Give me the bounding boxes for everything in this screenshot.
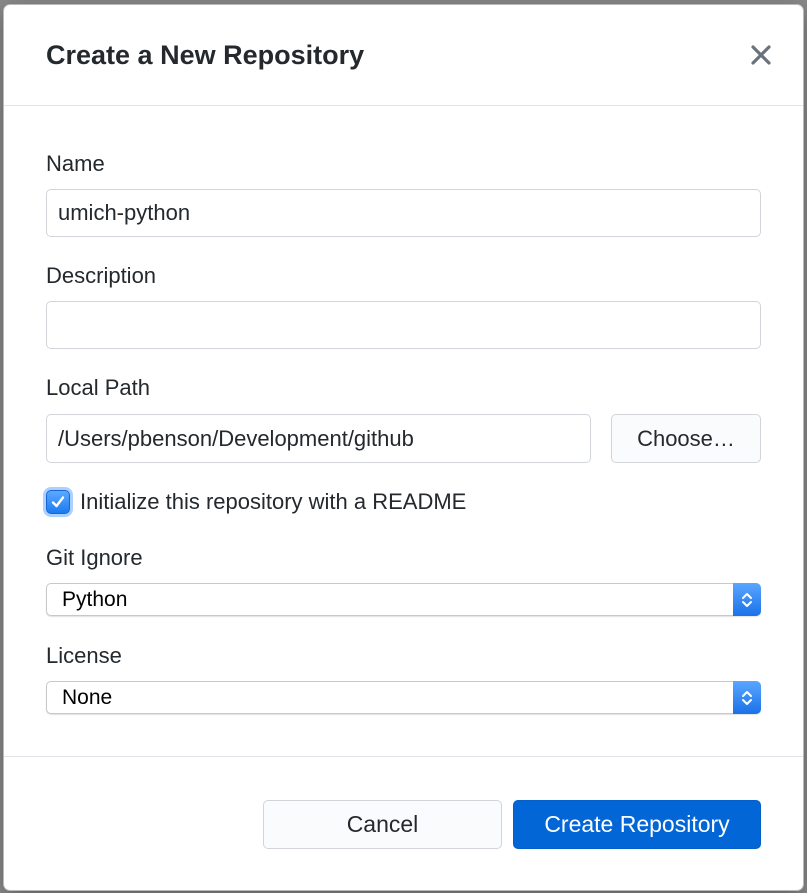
license-value: None (62, 686, 113, 709)
description-label: Description (46, 263, 157, 288)
license-select[interactable]: None (46, 681, 761, 714)
dialog-title: Create a New Repository (46, 40, 365, 70)
cancel-button[interactable]: Cancel (263, 800, 502, 849)
readme-checkbox-label[interactable]: Initialize this repository with a README (80, 489, 466, 515)
git-ignore-value: Python (62, 588, 128, 611)
close-button[interactable] (745, 39, 777, 71)
name-input[interactable] (46, 189, 761, 237)
readme-checkbox[interactable] (46, 490, 70, 514)
choose-button[interactable]: Choose… (611, 414, 761, 463)
git-ignore-select[interactable]: Python (46, 583, 761, 616)
create-repository-button[interactable]: Create Repository (513, 800, 761, 849)
readme-checkbox-row[interactable]: Initialize this repository with a README (44, 487, 466, 517)
local-path-label: Local Path (46, 375, 150, 400)
license-label: License (46, 643, 122, 668)
checkmark-icon (51, 496, 65, 508)
dialog-footer: Cancel Create Repository (4, 756, 803, 890)
select-stepper-icon (733, 681, 761, 714)
name-label: Name (46, 151, 105, 176)
select-stepper-icon (733, 583, 761, 616)
create-repository-dialog: Create a New Repository Name Description… (4, 5, 803, 890)
close-icon (751, 45, 771, 65)
dialog-header: Create a New Repository (4, 5, 803, 106)
git-ignore-label: Git Ignore (46, 545, 143, 570)
local-path-input[interactable] (46, 414, 591, 463)
description-input[interactable] (46, 301, 761, 349)
